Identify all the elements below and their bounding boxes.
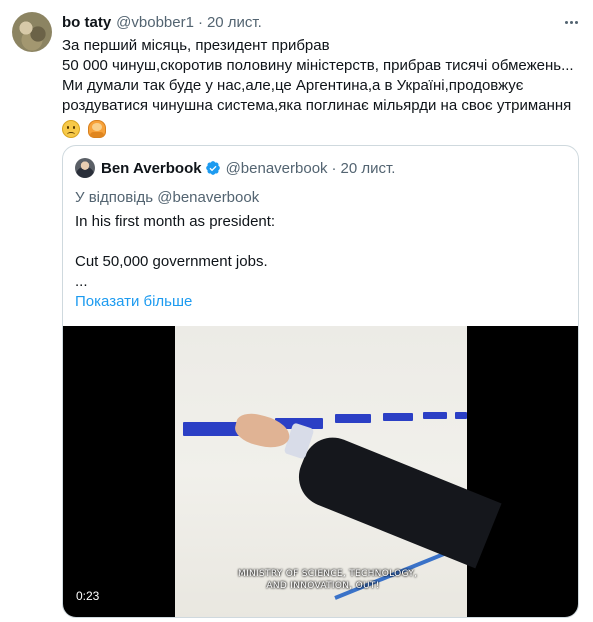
tweet-header: bo taty @vbobber1 · 20 лист. [62, 12, 262, 32]
caption-line: AND INNOVATION, OUT! [266, 581, 380, 591]
quoted-timestamp: 20 лист. [340, 159, 396, 177]
ministry-strip [383, 413, 413, 421]
tweet-text: За перший місяць, президент прибрав 50 0… [62, 36, 582, 139]
quoted-tweet-text: In his first month as president: Cut 50,… [75, 212, 275, 292]
author-handle[interactable]: @vbobber1 [116, 14, 194, 31]
quoted-author-name: Ben Averbook [101, 159, 202, 177]
more-options-icon[interactable] [561, 12, 581, 32]
quoted-text-line [75, 232, 275, 252]
separator-dot: · [197, 13, 203, 31]
tweet-text-line: 50 000 чинуш,скоротив половину міністерс… [62, 57, 574, 74]
person-gesturing-icon [88, 120, 107, 139]
video-player[interactable]: MINISTRY OF SCIENCE, TECHNOLOGY, AND INN… [63, 326, 578, 617]
quoted-text-line: In his first month as president: [75, 213, 276, 230]
tweet-text-line: Ми думали так буде у нас,але,це Аргентин… [62, 77, 524, 94]
quoted-avatar [75, 158, 95, 178]
separator-dot: · [331, 159, 337, 177]
avatar[interactable] [12, 12, 52, 52]
tweet-text-line: За перший місяць, президент прибрав [62, 37, 330, 54]
quoted-text-line: ... [75, 273, 88, 290]
show-more-link[interactable]: Показати більше [75, 292, 192, 312]
verified-badge-icon [205, 161, 220, 175]
video-duration: 0:23 [76, 589, 100, 603]
author-name[interactable]: bo taty [62, 14, 111, 31]
video-caption: MINISTRY OF SCIENCE, TECHNOLOGY, AND INN… [238, 568, 418, 592]
reply-context: У відповідь @benaverbook [75, 189, 260, 206]
caption-line: MINISTRY OF SCIENCE, TECHNOLOGY, [238, 569, 418, 579]
quoted-tweet-header: Ben Averbook @benaverbook · 20 лист. [75, 158, 395, 178]
hand [232, 409, 293, 453]
tweet-text-line: роздуватися чинушна система,яка поглинає… [62, 97, 572, 114]
quoted-author-handle: @benaverbook [225, 159, 328, 177]
ministry-strip [455, 412, 467, 419]
quoted-text-line: Cut 50,000 government jobs. [75, 253, 268, 270]
suit-sleeve [289, 428, 502, 569]
tweet-timestamp[interactable]: 20 лист. [207, 14, 262, 31]
sad-face-icon [62, 120, 80, 139]
ministry-strip [335, 414, 371, 423]
tweet[interactable]: bo taty @vbobber1 · 20 лист. За перший м… [0, 0, 593, 622]
ministry-strip [423, 412, 447, 419]
quoted-tweet[interactable]: Ben Averbook @benaverbook · 20 лист. У в… [62, 145, 579, 618]
